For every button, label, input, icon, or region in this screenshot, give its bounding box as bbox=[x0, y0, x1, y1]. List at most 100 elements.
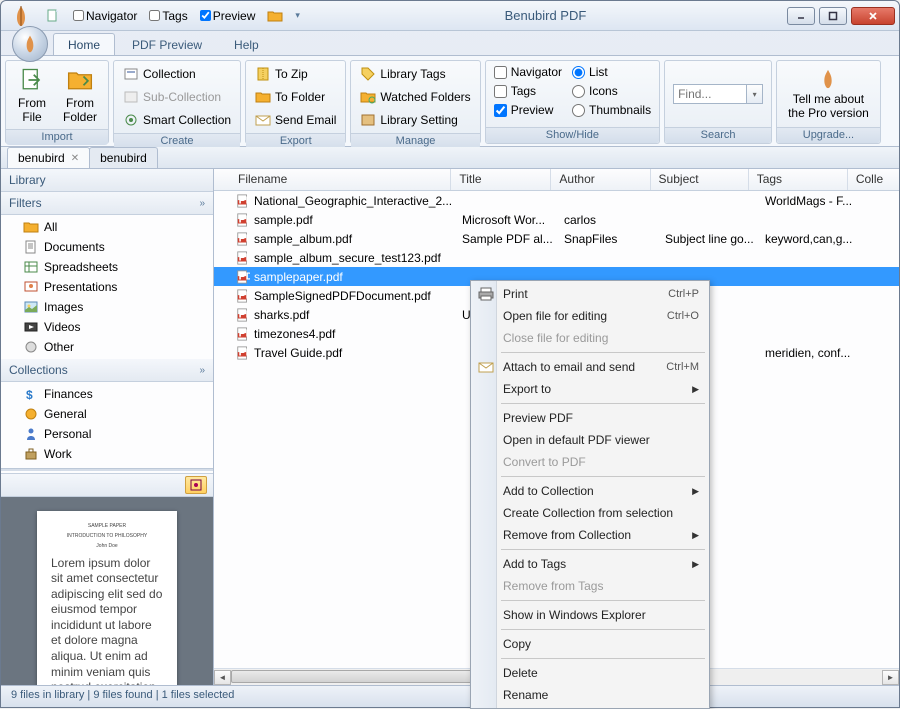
svg-text:PDF: PDF bbox=[239, 232, 250, 244]
col-tags[interactable]: Tags bbox=[749, 169, 848, 190]
doc-tab-0[interactable]: benubird✕ bbox=[7, 147, 90, 168]
chevron-icon: » bbox=[199, 365, 205, 376]
col-filename[interactable]: Filename bbox=[230, 169, 451, 190]
filter-item-videos[interactable]: Videos bbox=[1, 317, 213, 337]
to-zip-button[interactable]: To Zip bbox=[250, 63, 341, 85]
from-folder-button[interactable]: From Folder bbox=[56, 63, 104, 127]
search-dropdown[interactable]: ▾ bbox=[747, 84, 763, 104]
ribbon-tab-home[interactable]: Home bbox=[53, 33, 115, 55]
from-file-button[interactable]: From File bbox=[10, 63, 54, 127]
search-input[interactable] bbox=[673, 84, 747, 104]
ctx-remove-from-collection[interactable]: Remove from Collection▶ bbox=[473, 524, 707, 546]
ribbon-group-export: To Zip To Folder Send Email Export bbox=[245, 60, 346, 144]
collection-item-general[interactable]: General bbox=[1, 404, 213, 424]
preview-mode-button[interactable] bbox=[185, 476, 207, 494]
ctx-rename[interactable]: Rename bbox=[473, 684, 707, 706]
qat-customize-dropdown[interactable]: ▾ bbox=[291, 8, 304, 23]
ctx-close-file-for-editing: Close file for editing bbox=[473, 327, 707, 349]
file-row[interactable]: PDFsample_album_secure_test123.pdf bbox=[214, 248, 899, 267]
search-caption: Search bbox=[665, 127, 771, 143]
close-tab-icon[interactable]: ✕ bbox=[71, 153, 79, 164]
collection-item-finances[interactable]: $Finances bbox=[1, 384, 213, 404]
doc-tab-1[interactable]: benubird bbox=[89, 147, 158, 168]
titlebar: Navigator Tags Preview ▾ Benubird PDF bbox=[1, 1, 899, 31]
ribbon-tab-help[interactable]: Help bbox=[219, 33, 274, 55]
ribbon-group-import: From File From Folder Import bbox=[5, 60, 109, 144]
ctx-copy[interactable]: Copy bbox=[473, 633, 707, 655]
tags-checkbox[interactable] bbox=[149, 10, 160, 21]
submenu-arrow-icon: ▶ bbox=[692, 559, 699, 570]
ribbon-group-search: ▾ Search bbox=[664, 60, 772, 144]
import-caption: Import bbox=[6, 129, 108, 145]
filter-item-presentations[interactable]: Presentations bbox=[1, 277, 213, 297]
collection-item-work[interactable]: Work bbox=[1, 444, 213, 464]
watched-folders-button[interactable]: Watched Folders bbox=[355, 86, 475, 108]
qat-navigator-toggle[interactable]: Navigator bbox=[69, 7, 141, 25]
col-colle[interactable]: Colle bbox=[848, 169, 899, 190]
filter-item-spreadsheets[interactable]: Spreadsheets bbox=[1, 257, 213, 277]
navigator-checkbox[interactable] bbox=[73, 10, 84, 21]
library-header: Library bbox=[1, 169, 213, 192]
collections-header[interactable]: Collections» bbox=[1, 359, 213, 382]
submenu-arrow-icon: ▶ bbox=[692, 486, 699, 497]
close-button[interactable] bbox=[851, 7, 895, 25]
qat-tags-toggle[interactable]: Tags bbox=[145, 7, 191, 25]
to-folder-button[interactable]: To Folder bbox=[250, 86, 341, 108]
library-tags-button[interactable]: Library Tags bbox=[355, 63, 475, 85]
qat-new-icon[interactable] bbox=[41, 6, 65, 26]
ctx-open-file-for-editing[interactable]: Open file for editingCtrl+O bbox=[473, 305, 707, 327]
ctx-remove-from-tags: Remove from Tags bbox=[473, 575, 707, 597]
ctx-preview-pdf[interactable]: Preview PDF bbox=[473, 407, 707, 429]
chevron-icon: » bbox=[199, 198, 205, 209]
icons-radio[interactable]: Icons bbox=[568, 82, 655, 100]
file-row[interactable]: PDFsample_album.pdfSample PDF al...SnapF… bbox=[214, 229, 899, 248]
col-subject[interactable]: Subject bbox=[651, 169, 749, 190]
ribbon-group-upgrade: Tell me about the Pro version Upgrade... bbox=[776, 60, 881, 144]
filter-item-other[interactable]: Other bbox=[1, 337, 213, 357]
upgrade-line1: Tell me about bbox=[793, 92, 864, 106]
application-menu-orb[interactable] bbox=[12, 26, 48, 62]
filter-item-all[interactable]: All bbox=[1, 217, 213, 237]
upgrade-line2: the Pro version bbox=[788, 106, 869, 120]
page-thumbnail[interactable]: SAMPLE PAPER INTRODUCTION TO PHILOSOPHY … bbox=[37, 511, 177, 685]
library-setting-button[interactable]: Library Setting bbox=[355, 109, 475, 131]
collections-tree: $FinancesGeneralPersonalWork bbox=[1, 382, 213, 466]
list-radio[interactable]: List bbox=[568, 63, 655, 81]
tags-check[interactable]: Tags bbox=[490, 82, 566, 100]
col-title[interactable]: Title bbox=[451, 169, 551, 190]
filter-item-images[interactable]: Images bbox=[1, 297, 213, 317]
file-row[interactable]: PDFNational_Geographic_Interactive_2...W… bbox=[214, 191, 899, 210]
ribbon-tab-pdf-preview[interactable]: PDF Preview bbox=[117, 33, 217, 55]
col-author[interactable]: Author bbox=[551, 169, 650, 190]
scroll-left-button[interactable]: ◄ bbox=[214, 670, 231, 685]
smart-collection-button[interactable]: Smart Collection bbox=[118, 109, 236, 131]
svg-text:PDF: PDF bbox=[239, 346, 250, 358]
collection-item-personal[interactable]: Personal bbox=[1, 424, 213, 444]
ctx-attach-to-email-and-send[interactable]: Attach to email and sendCtrl+M bbox=[473, 356, 707, 378]
scroll-right-button[interactable]: ► bbox=[882, 670, 899, 685]
qat-preview-toggle[interactable]: Preview bbox=[196, 7, 260, 25]
filters-header[interactable]: Filters» bbox=[1, 192, 213, 215]
filter-item-documents[interactable]: Documents bbox=[1, 237, 213, 257]
thumbnails-radio[interactable]: Thumbnails bbox=[568, 101, 655, 119]
ctx-delete[interactable]: Delete bbox=[473, 662, 707, 684]
send-email-button[interactable]: Send Email bbox=[250, 109, 341, 131]
collection-button[interactable]: Collection bbox=[118, 63, 236, 85]
preview-checkbox[interactable] bbox=[200, 10, 211, 21]
ctx-create-collection-from-selection[interactable]: Create Collection from selection bbox=[473, 502, 707, 524]
file-row[interactable]: PDFsample.pdfMicrosoft Wor...carlos bbox=[214, 210, 899, 229]
maximize-button[interactable] bbox=[819, 7, 847, 25]
ctx-add-to-tags[interactable]: Add to Tags▶ bbox=[473, 553, 707, 575]
minimize-button[interactable] bbox=[787, 7, 815, 25]
upgrade-button[interactable]: Tell me about the Pro version bbox=[781, 63, 876, 125]
ctx-open-in-default-pdf-viewer[interactable]: Open in default PDF viewer bbox=[473, 429, 707, 451]
ctx-export-to[interactable]: Export to▶ bbox=[473, 378, 707, 400]
qat-tags-label: Tags bbox=[162, 9, 187, 23]
ctx-show-in-windows-explorer[interactable]: Show in Windows Explorer bbox=[473, 604, 707, 626]
navigator-check[interactable]: Navigator bbox=[490, 63, 566, 81]
qat-folder-icon[interactable] bbox=[263, 6, 287, 26]
preview-check[interactable]: Preview bbox=[490, 101, 566, 119]
ctx-print[interactable]: PrintCtrl+P bbox=[473, 283, 707, 305]
ctx-add-to-collection[interactable]: Add to Collection▶ bbox=[473, 480, 707, 502]
panel-splitter[interactable] bbox=[1, 468, 213, 471]
